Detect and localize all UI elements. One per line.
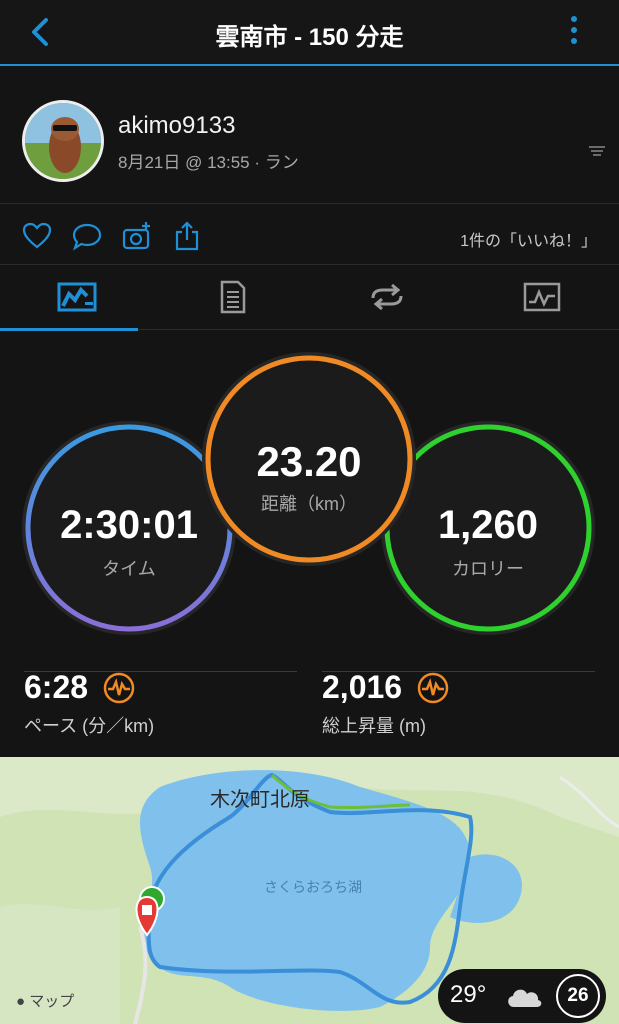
tab-details[interactable] [155, 266, 309, 330]
temperature: 29° [450, 981, 487, 1008]
calories-stat[interactable]: 1,260 カロリー [387, 427, 589, 629]
map-lake-label: さくらおろち湖 [264, 879, 362, 895]
map-place-label: 木次町北原 [210, 789, 310, 811]
time-value: 2:30:01 [60, 503, 198, 547]
back-chevron-icon[interactable] [26, 14, 54, 50]
pace-label: ペース (分／km) [24, 716, 155, 736]
username[interactable]: akimo9133 [118, 112, 235, 140]
weather-badge[interactable]: 29° 26 [438, 969, 606, 1023]
aqi-value: 26 [556, 974, 600, 1018]
overview-icon [57, 282, 97, 312]
chart-icon [523, 282, 561, 312]
like-count[interactable]: 1件の「いいね！」 [460, 227, 597, 251]
ascent-value: 2,016 [322, 669, 403, 705]
time-stat[interactable]: 2:30:01 タイム [28, 427, 230, 629]
time-label: タイム [102, 559, 156, 579]
share-icon[interactable] [172, 221, 202, 251]
add-photo-icon[interactable] [122, 221, 152, 251]
ascent-label: 総上昇量 (m) [322, 716, 426, 736]
privacy-icon[interactable] [587, 144, 607, 158]
tab-overview[interactable] [0, 266, 154, 331]
cloud-icon [508, 989, 542, 1007]
laps-repeat-icon [371, 283, 403, 311]
activity-owner-section: akimo9133 8月21日 @ 13:55 · ラン [0, 68, 619, 204]
map-attribution: ● マップ [16, 990, 74, 1011]
pace-value: 6:28 [24, 669, 89, 705]
comment-bubble-icon[interactable] [72, 221, 102, 251]
ascent-wave-icon [417, 672, 448, 703]
distance-label: 距離（km） [261, 494, 357, 514]
apple-logo-icon: ● [16, 993, 26, 1010]
distance-value: 23.20 [256, 438, 362, 485]
activity-date-type: 8月21日 @ 13:55 · ラン [118, 153, 299, 172]
social-actions-bar: 1件の「いいね！」 [0, 205, 619, 265]
avatar[interactable] [22, 100, 104, 182]
pace-metric[interactable]: 6:28 ペース (分／km) [24, 669, 154, 738]
activity-tab-bar [0, 266, 619, 331]
summary-stats: 2:30:01 タイム 1,260 カロリー 23.20 距離（km） 6:28… [0, 331, 619, 757]
tab-charts[interactable] [465, 266, 619, 330]
route-map[interactable]: 木次町北原 さくらおろち湖 ● マップ 29° 26 [0, 757, 619, 1024]
like-heart-icon[interactable] [22, 221, 52, 251]
distance-stat[interactable]: 23.20 距離（km） [208, 358, 410, 560]
top-app-bar: 雲南市 - 150 分走 [0, 0, 619, 66]
tab-laps[interactable] [310, 266, 464, 330]
map-attribution-text: マップ [29, 993, 75, 1010]
ascent-metric[interactable]: 2,016 総上昇量 (m) [322, 669, 449, 738]
calories-value: 1,260 [437, 503, 539, 547]
page-title: 雲南市 - 150 分走 [215, 24, 404, 51]
calories-label: カロリー [452, 559, 524, 579]
pace-wave-icon [103, 672, 134, 703]
more-options-icon[interactable] [569, 16, 579, 50]
document-icon [220, 280, 246, 314]
